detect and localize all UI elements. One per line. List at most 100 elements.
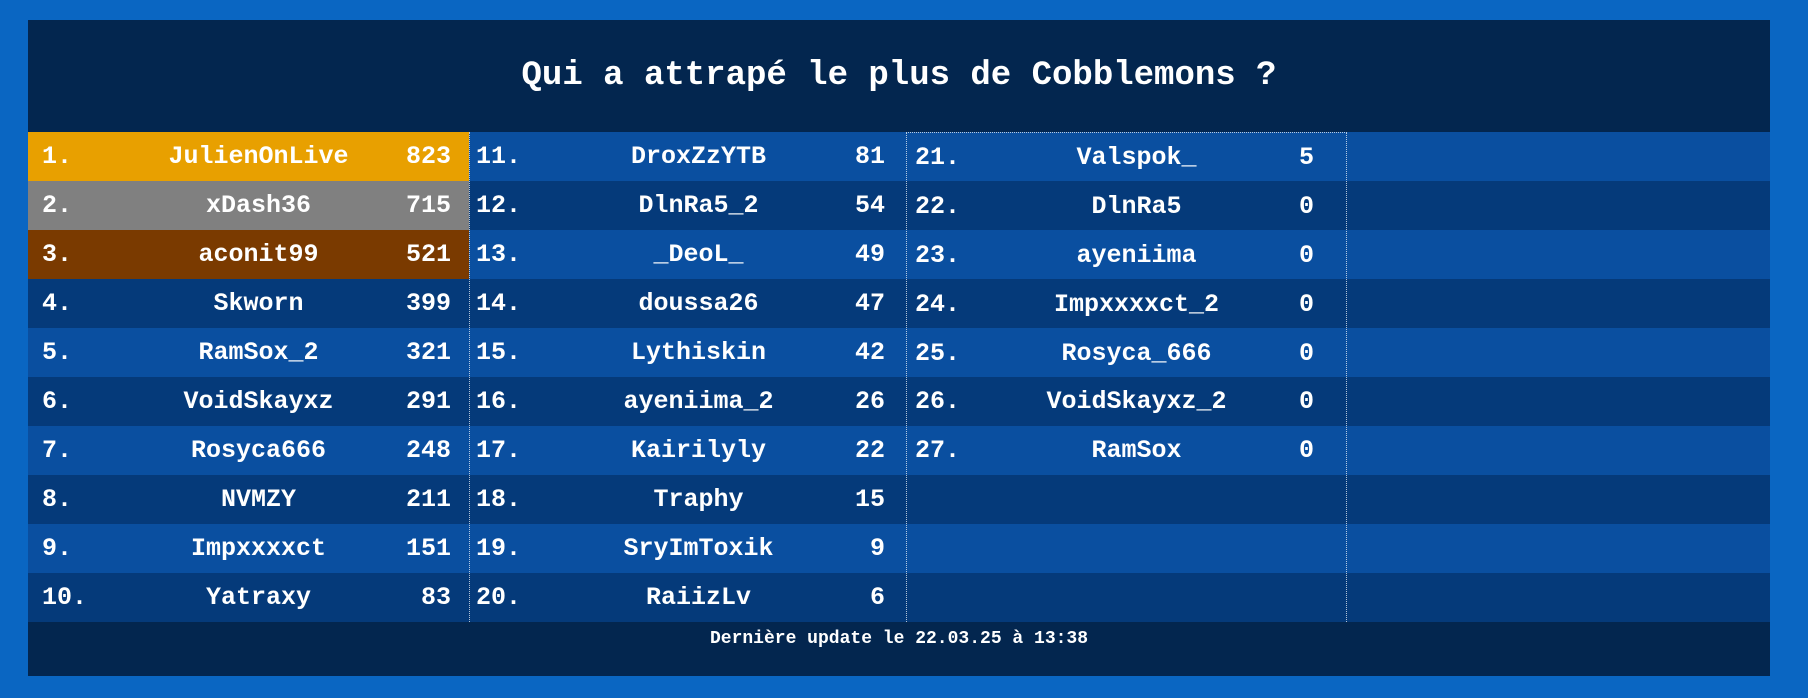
player-name: Rosyca666 bbox=[190, 436, 327, 465]
catch-count: 0 bbox=[1298, 191, 1314, 221]
rank-label: 6. bbox=[42, 387, 73, 416]
catch-count: 291 bbox=[405, 387, 451, 416]
leaderboard-row: 25. Rosyca_666 0 bbox=[907, 329, 1346, 378]
player-name: aconit99 bbox=[198, 240, 319, 269]
leaderboard-row: 26. VoidSkayxz_2 0 bbox=[907, 378, 1346, 427]
player-name: RamSox bbox=[1091, 436, 1182, 466]
rank-label: 2. bbox=[42, 191, 73, 220]
catch-count: 0 bbox=[1298, 338, 1314, 368]
leaderboard-column-1: 1. JulienOnLive 823 2. xDash36 715 3. ac… bbox=[28, 132, 469, 622]
catch-count: 49 bbox=[854, 240, 885, 269]
leaderboard-row: 9. Impxxxxct 151 bbox=[28, 524, 469, 573]
rank-label: 23. bbox=[915, 240, 961, 270]
rank-label: 16. bbox=[476, 387, 522, 416]
player-name: RaiizLv bbox=[645, 583, 752, 612]
catch-count: 0 bbox=[1298, 436, 1314, 466]
catch-count: 321 bbox=[405, 338, 451, 367]
leaderboard-row-silver: 2. xDash36 715 bbox=[28, 181, 469, 230]
rank-label: 14. bbox=[476, 289, 522, 318]
last-update-text: Dernière update le 22.03.25 à 13:38 bbox=[709, 629, 1089, 649]
leaderboard-row: 15. Lythiskin 42 bbox=[470, 328, 907, 377]
rank-label: 7. bbox=[42, 436, 73, 465]
leaderboard-row: 18. Traphy 15 bbox=[470, 475, 907, 524]
leaderboard-row: 10. Yatraxy 83 bbox=[28, 573, 469, 622]
player-name: JulienOnLive bbox=[168, 142, 349, 171]
rank-label: 1. bbox=[42, 142, 73, 171]
leaderboard-row: 23. ayeniima 0 bbox=[907, 231, 1346, 280]
leaderboard-row: 11. DroxZzYTB 81 bbox=[470, 132, 907, 181]
leaderboard-row-gold: 1. JulienOnLive 823 bbox=[28, 132, 469, 181]
rank-label: 13. bbox=[476, 240, 522, 269]
player-name: DlnRa5 bbox=[1091, 191, 1182, 221]
page-title: Qui a attrapé le plus de Cobblemons ? bbox=[521, 57, 1277, 95]
rank-label: 5. bbox=[42, 338, 73, 367]
catch-count: 6 bbox=[869, 583, 885, 612]
leaderboard-row: 27. RamSox 0 bbox=[907, 426, 1346, 475]
rank-label: 26. bbox=[915, 387, 961, 417]
catch-count: 823 bbox=[405, 142, 451, 171]
catch-count: 9 bbox=[869, 534, 885, 563]
leaderboard-row: 21. Valspok_ 5 bbox=[907, 133, 1346, 182]
rank-label: 20. bbox=[476, 583, 522, 612]
leaderboard-row: 13. _DeoL_ 49 bbox=[470, 230, 907, 279]
player-name: xDash36 bbox=[205, 191, 312, 220]
leaderboard-row-empty bbox=[907, 573, 1346, 622]
leaderboard-row: 4. Skworn 399 bbox=[28, 279, 469, 328]
player-name: VoidSkayxz_2 bbox=[1046, 387, 1227, 417]
player-name: Impxxxxct bbox=[190, 534, 327, 563]
catch-count: 151 bbox=[405, 534, 451, 563]
player-name: Rosyca_666 bbox=[1061, 338, 1212, 368]
rank-label: 25. bbox=[915, 338, 961, 368]
catch-count: 42 bbox=[854, 338, 885, 367]
rank-label: 10. bbox=[42, 583, 88, 612]
leaderboard-row-empty bbox=[907, 475, 1346, 524]
player-name: _DeoL_ bbox=[653, 240, 744, 269]
rank-label: 18. bbox=[476, 485, 522, 514]
player-name: DroxZzYTB bbox=[630, 142, 767, 171]
rank-label: 8. bbox=[42, 485, 73, 514]
rank-label: 3. bbox=[42, 240, 73, 269]
player-name: Impxxxxct_2 bbox=[1053, 289, 1220, 319]
rank-label: 4. bbox=[42, 289, 73, 318]
player-name: Valspok_ bbox=[1076, 142, 1197, 172]
leaderboard-row-empty bbox=[907, 524, 1346, 573]
leaderboard-row: 19. SryImToxik 9 bbox=[470, 524, 907, 573]
leaderboard-row: 17. Kairilyly 22 bbox=[470, 426, 907, 475]
catch-count: 0 bbox=[1298, 289, 1314, 319]
rank-label: 11. bbox=[476, 142, 522, 171]
catch-count: 81 bbox=[854, 142, 885, 171]
player-name: ayeniima_2 bbox=[623, 387, 774, 416]
leaderboard-column-3: 21. Valspok_ 5 22. DlnRa5 0 23. ayeniima… bbox=[906, 132, 1347, 622]
player-name: doussa26 bbox=[638, 289, 759, 318]
catch-count: 26 bbox=[854, 387, 885, 416]
player-name: Traphy bbox=[653, 485, 744, 514]
rank-label: 21. bbox=[915, 142, 961, 172]
leaderboard-row: 7. Rosyca666 248 bbox=[28, 426, 469, 475]
rank-label: 12. bbox=[476, 191, 522, 220]
catch-count: 47 bbox=[854, 289, 885, 318]
player-name: VoidSkayxz bbox=[183, 387, 334, 416]
catch-count: 5 bbox=[1298, 142, 1314, 172]
catch-count: 83 bbox=[420, 583, 451, 612]
leaderboard-column-2: 11. DroxZzYTB 81 12. DlnRa5_2 54 13. _De… bbox=[469, 132, 907, 622]
leaderboard-row: 22. DlnRa5 0 bbox=[907, 182, 1346, 231]
player-name: RamSox_2 bbox=[198, 338, 319, 367]
rank-label: 17. bbox=[476, 436, 522, 465]
player-name: DlnRa5_2 bbox=[638, 191, 759, 220]
catch-count: 0 bbox=[1298, 387, 1314, 417]
leaderboard-row: 12. DlnRa5_2 54 bbox=[470, 181, 907, 230]
player-name: Kairilyly bbox=[630, 436, 767, 465]
catch-count: 211 bbox=[405, 485, 451, 514]
catch-count: 715 bbox=[405, 191, 451, 220]
catch-count: 521 bbox=[405, 240, 451, 269]
player-name: Skworn bbox=[213, 289, 304, 318]
catch-count: 15 bbox=[854, 485, 885, 514]
player-name: Lythiskin bbox=[630, 338, 767, 367]
leaderboard-row: 24. Impxxxxct_2 0 bbox=[907, 280, 1346, 329]
leaderboard-row: 14. doussa26 47 bbox=[470, 279, 907, 328]
player-name: ayeniima bbox=[1076, 240, 1197, 270]
rank-label: 15. bbox=[476, 338, 522, 367]
leaderboard-row: 8. NVMZY 211 bbox=[28, 475, 469, 524]
player-name: NVMZY bbox=[220, 485, 296, 514]
leaderboard-row: 6. VoidSkayxz 291 bbox=[28, 377, 469, 426]
